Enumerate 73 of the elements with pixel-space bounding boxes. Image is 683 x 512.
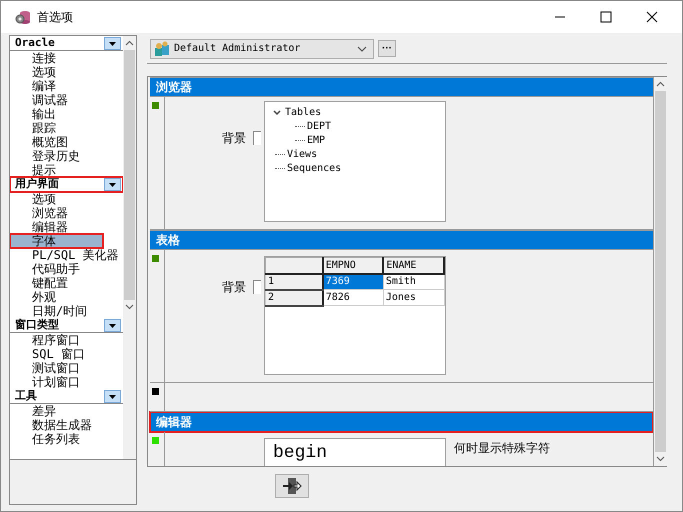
sidebar-item[interactable]: 代码助手 xyxy=(10,262,123,276)
dropdown-icon[interactable] xyxy=(104,390,121,402)
section-header: 表格 xyxy=(150,230,653,250)
category-header[interactable]: 工具 xyxy=(10,389,123,404)
sidebar-item[interactable]: 选项 xyxy=(10,192,123,206)
apply-button[interactable] xyxy=(275,474,309,498)
category-header[interactable]: 窗口类型 xyxy=(10,318,123,333)
chevron-down-icon xyxy=(357,46,367,52)
scrollbar[interactable] xyxy=(123,36,136,459)
tree-node[interactable]: DEPT xyxy=(307,121,332,132)
scroll-down-icon[interactable] xyxy=(125,304,134,310)
sidebar-item[interactable]: SQL 窗口 xyxy=(10,347,123,361)
sidebar-item[interactable]: 浏览器 xyxy=(10,206,123,220)
checkbox-label: 背景 xyxy=(222,130,246,146)
code-text: begin xyxy=(273,442,328,462)
dropdown-icon[interactable] xyxy=(104,178,121,190)
scroll-up-icon[interactable] xyxy=(656,80,665,86)
column-header: EMPNO xyxy=(322,257,384,274)
sidebar-item[interactable]: 概览图 xyxy=(10,135,123,149)
sidebar-item[interactable]: 计划窗口 xyxy=(10,375,123,389)
tree-node[interactable]: Tables xyxy=(285,107,322,118)
sidebar-item[interactable]: 差异 xyxy=(10,404,123,418)
scroll-up-icon[interactable] xyxy=(125,40,134,46)
profile-dropdown[interactable]: Default Administrator xyxy=(150,38,374,59)
table-cell: 7826 xyxy=(322,290,384,306)
table-cell: Smith xyxy=(383,274,444,290)
sidebar-item[interactable]: 键配置 xyxy=(10,276,123,290)
sidebar-item[interactable]: 输出 xyxy=(10,107,123,121)
checkbox[interactable] xyxy=(253,131,261,145)
sidebar-item[interactable]: 提示 xyxy=(10,163,123,177)
sidebar-item[interactable]: 数据生成器 xyxy=(10,418,123,432)
section-header: 浏览器 xyxy=(150,76,653,96)
sidebar-item[interactable]: 编译 xyxy=(10,79,123,93)
sidebar-item[interactable]: 测试窗口 xyxy=(10,361,123,375)
category-label: 工具 xyxy=(15,389,37,403)
close-icon[interactable] xyxy=(646,11,658,23)
category-label: 用户界面 xyxy=(15,177,59,191)
column-header: ENAME xyxy=(383,257,444,274)
sidebar-item[interactable]: PL/SQL 美化器 xyxy=(10,248,123,262)
sidebar-item[interactable]: 调试器 xyxy=(10,93,123,107)
window-title: 首选项 xyxy=(37,8,73,26)
scrollbar[interactable] xyxy=(653,76,667,466)
checkbox-label: 背景 xyxy=(222,278,246,296)
tree-node[interactable]: EMP xyxy=(307,135,326,146)
sidebar-item[interactable]: 任务列表 xyxy=(10,432,123,446)
tree-node[interactable]: Sequences xyxy=(287,163,342,174)
category-label: 窗口类型 xyxy=(15,318,59,332)
arrow-icon xyxy=(282,476,302,495)
sidebar-item[interactable]: 登录历史 xyxy=(10,149,123,163)
category-label: Oracle xyxy=(15,36,55,50)
section-header: 编辑器 xyxy=(150,412,653,432)
sidebar-item[interactable]: 跟踪 xyxy=(10,121,123,135)
tree-node[interactable]: Views xyxy=(287,149,318,160)
category-header[interactable]: Oracle xyxy=(10,36,123,51)
more-button[interactable]: ··· xyxy=(378,40,396,58)
dropdown-icon[interactable] xyxy=(104,318,121,332)
category-header[interactable]: 用户界面 xyxy=(10,177,123,192)
sidebar-item[interactable]: 连接 xyxy=(10,51,123,65)
sidebar-item[interactable]: 编辑器 xyxy=(10,220,123,234)
sidebar-item[interactable]: 程序窗口 xyxy=(10,333,123,347)
database-gear-icon xyxy=(15,9,31,25)
checkbox[interactable] xyxy=(253,280,261,294)
sidebar-item[interactable]: 字体 xyxy=(10,234,103,248)
sidebar-item[interactable]: 选项 xyxy=(10,65,123,79)
scroll-down-icon[interactable] xyxy=(656,456,665,462)
sidebar-item[interactable]: 外观 xyxy=(10,290,123,304)
table-cell: Jones xyxy=(383,290,444,306)
chevron-down-icon[interactable] xyxy=(273,108,281,116)
users-icon xyxy=(154,40,170,57)
maximize-icon[interactable] xyxy=(600,11,612,23)
sidebar-item[interactable]: 日期/时间 xyxy=(10,304,123,318)
dropdown-icon[interactable] xyxy=(104,36,121,50)
option-label: 何时显示特殊字符 xyxy=(454,440,550,456)
